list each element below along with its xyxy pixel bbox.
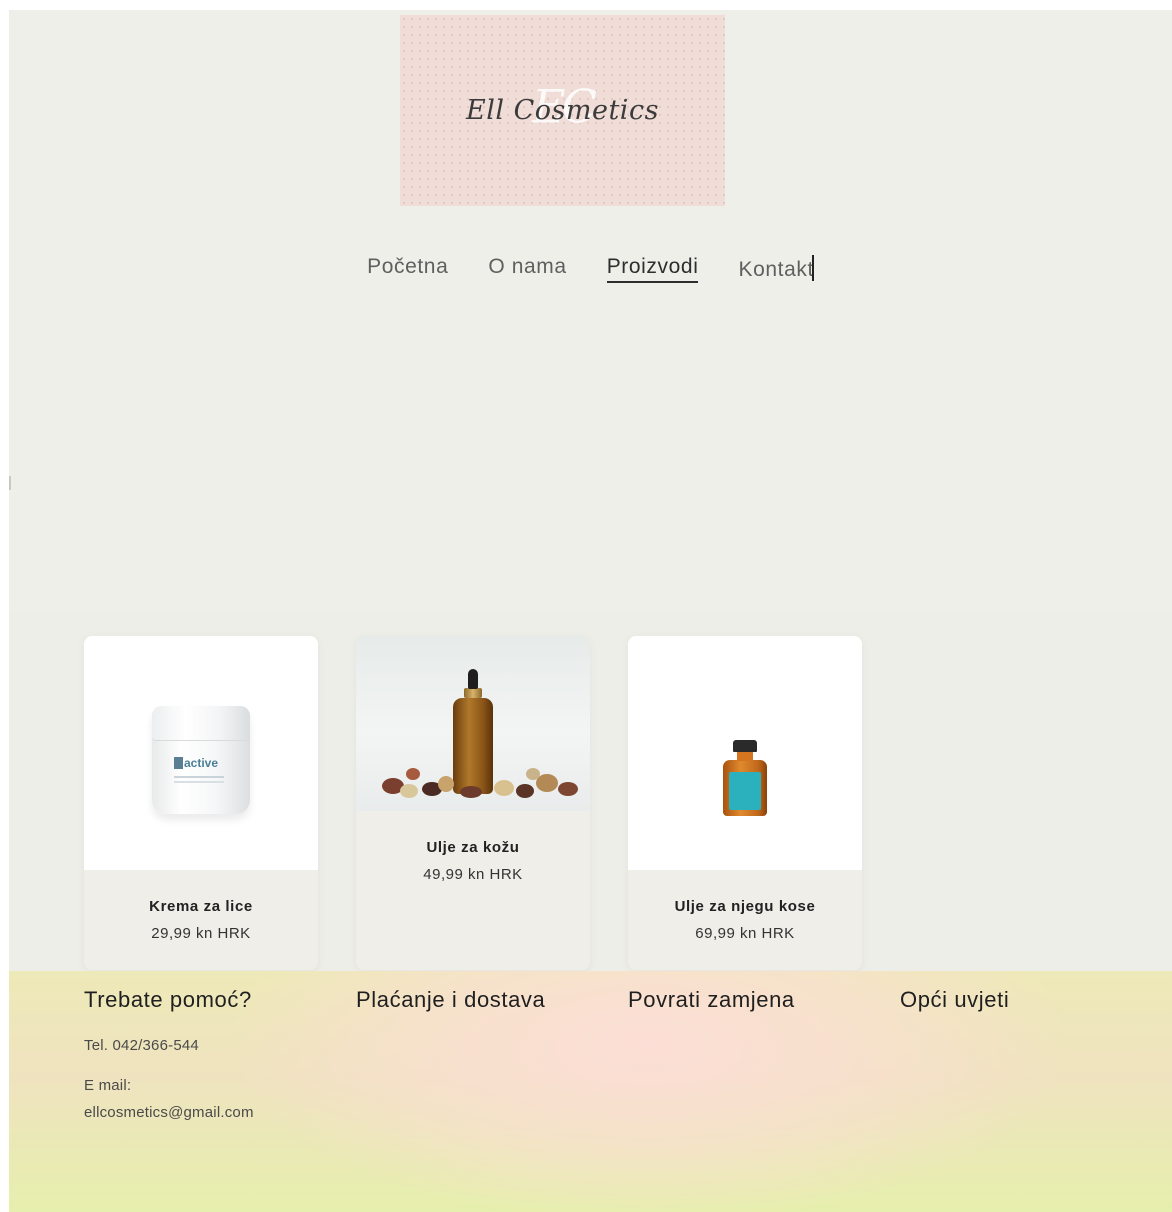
product-name[interactable]: Ulje za kožu <box>356 839 590 856</box>
footer-email[interactable]: ellcosmetics@gmail.com <box>84 1104 254 1121</box>
page: EC Ell Cosmetics Početna O nama Proizvod… <box>9 10 1172 1212</box>
brand-logo[interactable]: EC Ell Cosmetics <box>400 15 725 206</box>
product-card-face-cream[interactable]: active Krema za lice 29,99 kn HRK <box>84 636 318 970</box>
product-name[interactable]: Krema za lice <box>84 898 318 915</box>
product-name[interactable]: Ulje za njegu kose <box>628 898 862 915</box>
hair-oil-bottle-image[interactable] <box>628 636 862 870</box>
footer-returns-column: Povrati zamjena <box>628 987 795 1013</box>
footer-phone[interactable]: Tel. 042/366-544 <box>84 1037 254 1054</box>
footer-help-column: Trebate pomoć? Tel. 042/366-544 E mail: … <box>84 987 254 1121</box>
footer-payment-column: Plaćanje i dostava <box>356 987 545 1013</box>
jar-label-mark-icon <box>174 757 183 769</box>
product-price: 49,99 kn HRK <box>423 866 523 883</box>
hair-oil-bottle-label <box>729 772 761 810</box>
nav-item-kontakt-wrap: Kontakt <box>738 255 814 283</box>
cream-jar-lid <box>152 706 250 741</box>
dropper-collar-shape <box>464 688 482 698</box>
scroll-edge-mark <box>9 476 11 490</box>
dried-flowers-decoration <box>376 768 590 808</box>
product-price: 29,99 kn HRK <box>151 925 251 942</box>
nav-item-kontakt[interactable]: Kontakt <box>738 258 813 283</box>
hair-oil-bottle-cap <box>733 740 757 752</box>
main-nav: Početna O nama Proizvodi Kontakt <box>9 255 1172 283</box>
product-price: 69,99 kn HRK <box>695 925 795 942</box>
cream-jar-label: active <box>174 756 218 770</box>
nav-item-pocetna[interactable]: Početna <box>367 255 448 283</box>
skin-oil-dropper-bottle-image[interactable] <box>356 636 590 811</box>
footer-email-label: E mail: <box>84 1077 132 1094</box>
nav-item-o-nama[interactable]: O nama <box>488 255 566 283</box>
site-footer: Trebate pomoć? Tel. 042/366-544 E mail: … <box>9 971 1172 1212</box>
hair-oil-bottle-neck <box>737 751 753 761</box>
logo-text: Ell Cosmetics <box>466 95 659 126</box>
footer-payment-title[interactable]: Plaćanje i dostava <box>356 987 545 1013</box>
product-card-hair-oil[interactable]: Ulje za njegu kose 69,99 kn HRK <box>628 636 862 970</box>
product-card-skin-oil[interactable]: Ulje za kožu 49,99 kn HRK <box>356 636 590 970</box>
cream-jar-text-lines <box>174 776 224 778</box>
cream-jar-shape: active <box>152 706 250 814</box>
footer-terms-title[interactable]: Opći uvjeti <box>900 987 1009 1013</box>
jar-label-text: active <box>184 756 219 770</box>
footer-terms-column: Opći uvjeti <box>900 987 1009 1013</box>
face-cream-jar-image[interactable]: active <box>84 636 318 870</box>
footer-returns-title[interactable]: Povrati zamjena <box>628 987 795 1013</box>
text-cursor <box>811 255 814 281</box>
footer-help-title[interactable]: Trebate pomoć? <box>84 987 254 1013</box>
nav-item-proizvodi[interactable]: Proizvodi <box>606 255 699 283</box>
dropper-bulb-shape <box>468 669 478 689</box>
